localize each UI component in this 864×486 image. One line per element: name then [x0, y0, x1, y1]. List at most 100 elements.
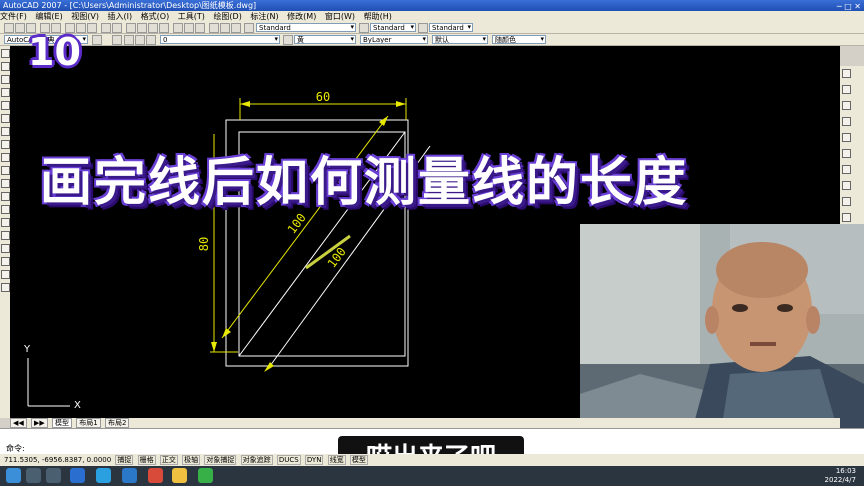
make-current-layer-icon[interactable]: [283, 35, 293, 45]
spline-icon[interactable]: [1, 153, 10, 162]
start-icon[interactable]: [6, 468, 21, 483]
status-bar: 711.5305, -6956.8387, 0.0000 捕捉 栅格 正交 极轴…: [0, 454, 864, 466]
arc-icon[interactable]: [1, 114, 10, 123]
menu-edit[interactable]: 编辑(E): [35, 12, 62, 21]
table-icon[interactable]: [1, 270, 10, 279]
toggle-grid[interactable]: 栅格: [137, 455, 156, 465]
menu-modify[interactable]: 修改(M): [287, 12, 316, 21]
zoom-previous-icon[interactable]: [159, 23, 169, 33]
open-file-icon[interactable]: [15, 23, 25, 33]
cloud-app-icon[interactable]: [96, 468, 111, 483]
toggle-model[interactable]: 模型: [349, 455, 368, 465]
menu-dimension[interactable]: 标注(N): [250, 12, 278, 21]
toggle-osnap[interactable]: 对象捕捉: [204, 455, 237, 465]
erase-icon[interactable]: [842, 69, 851, 78]
pan-icon[interactable]: [126, 23, 136, 33]
video-app-icon[interactable]: [70, 468, 85, 483]
circle-icon[interactable]: [1, 127, 10, 136]
menu-tools[interactable]: 工具(T): [178, 12, 205, 21]
media-app-icon[interactable]: [148, 468, 163, 483]
tab-layout1[interactable]: 布局1: [76, 418, 101, 428]
workspace-settings-icon[interactable]: [92, 35, 102, 45]
polyline-icon[interactable]: [1, 75, 10, 84]
zoom-window-icon[interactable]: [148, 23, 158, 33]
color-select[interactable]: 黄: [294, 35, 356, 44]
calculator-icon[interactable]: [209, 23, 219, 33]
offset-icon[interactable]: [842, 117, 851, 126]
hatch-icon[interactable]: [1, 231, 10, 240]
point-icon[interactable]: [1, 218, 10, 227]
table-style-select[interactable]: Standard: [429, 23, 473, 32]
paste-icon[interactable]: [87, 23, 97, 33]
menu-draw[interactable]: 绘图(D): [213, 12, 241, 21]
revision-cloud-icon[interactable]: [1, 140, 10, 149]
menu-format[interactable]: 格式(O): [141, 12, 170, 21]
layer-select[interactable]: 0: [160, 35, 280, 44]
tab-layout2[interactable]: 布局2: [104, 418, 130, 428]
text-style-icon: [244, 23, 254, 33]
markup-icon[interactable]: [220, 23, 230, 33]
construction-line-icon[interactable]: [1, 62, 10, 71]
toggle-lineweight[interactable]: 线宽: [327, 455, 346, 465]
tab-nav-next-icon[interactable]: ▶▶: [31, 418, 48, 428]
search-icon[interactable]: [26, 468, 41, 483]
toggle-polar[interactable]: 极轴: [182, 455, 201, 465]
task-view-icon[interactable]: [46, 468, 61, 483]
toggle-otrack[interactable]: 对象追踪: [240, 455, 273, 465]
properties-icon[interactable]: [173, 23, 183, 33]
rectangle-icon[interactable]: [1, 101, 10, 110]
minimize-icon[interactable]: ─: [837, 2, 842, 11]
toggle-dyn[interactable]: DYN: [304, 455, 324, 465]
insert-block-icon[interactable]: [1, 192, 10, 201]
presenter-image: [580, 224, 864, 438]
menu-file[interactable]: 文件(F): [0, 12, 27, 21]
layer-manager-icon[interactable]: [112, 35, 122, 45]
tab-nav-first-icon[interactable]: ◀◀: [10, 418, 27, 428]
dim-style-icon: [359, 23, 369, 33]
linetype-select[interactable]: ByLayer: [360, 35, 428, 44]
lineweight-select[interactable]: 默认: [432, 35, 488, 44]
ucs-x-label: X: [74, 400, 81, 411]
menu-help[interactable]: 帮助(H): [364, 12, 392, 21]
redo-icon[interactable]: [112, 23, 122, 33]
gradient-icon[interactable]: [1, 244, 10, 253]
undo-icon[interactable]: [101, 23, 111, 33]
rotate-icon[interactable]: [842, 165, 851, 174]
ucs-y-label: Y: [23, 344, 31, 355]
plot-style-select[interactable]: 随颜色: [492, 35, 546, 44]
ellipse-arc-icon[interactable]: [1, 179, 10, 188]
close-icon[interactable]: ✕: [854, 2, 861, 11]
maximize-icon[interactable]: □: [844, 2, 852, 11]
autocad-app-icon[interactable]: [122, 468, 137, 483]
wechat-icon[interactable]: [198, 468, 213, 483]
trim-icon[interactable]: [842, 213, 851, 222]
toggle-ducs[interactable]: DUCS: [276, 455, 301, 465]
dimension-style-select[interactable]: Standard: [370, 23, 416, 32]
tab-model[interactable]: 模型: [52, 418, 73, 428]
toggle-snap[interactable]: 捕捉: [115, 455, 134, 465]
taskbar-clock[interactable]: 16:03 2022/4/7: [825, 467, 856, 485]
polygon-icon[interactable]: [1, 88, 10, 97]
region-icon[interactable]: [1, 257, 10, 266]
mirror-icon[interactable]: [842, 101, 851, 110]
line-icon[interactable]: [1, 49, 10, 58]
text-style-select[interactable]: Standard: [256, 23, 356, 32]
multiline-text-icon[interactable]: [1, 283, 10, 292]
help-icon[interactable]: [231, 23, 241, 33]
folder-icon[interactable]: [172, 468, 187, 483]
scale-icon[interactable]: [842, 181, 851, 190]
copy-object-icon[interactable]: [842, 85, 851, 94]
toggle-ortho[interactable]: 正交: [159, 455, 178, 465]
menu-view[interactable]: 视图(V): [71, 12, 99, 21]
new-file-icon[interactable]: [4, 23, 14, 33]
design-center-icon[interactable]: [184, 23, 194, 33]
make-block-icon[interactable]: [1, 205, 10, 214]
ellipse-icon[interactable]: [1, 166, 10, 175]
menu-insert[interactable]: 插入(I): [108, 12, 133, 21]
stretch-icon[interactable]: [842, 197, 851, 206]
array-icon[interactable]: [842, 133, 851, 142]
zoom-icon[interactable]: [137, 23, 147, 33]
tool-palettes-icon[interactable]: [195, 23, 205, 33]
move-icon[interactable]: [842, 149, 851, 158]
menu-window[interactable]: 窗口(W): [325, 12, 355, 21]
